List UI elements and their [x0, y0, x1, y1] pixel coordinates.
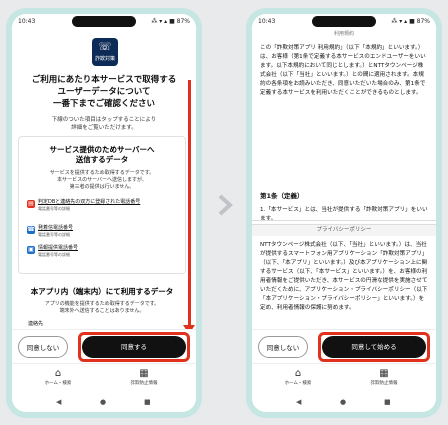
status-icons: ⁂ ▾ ▴ ■ 87%	[391, 18, 430, 25]
camera-notch	[72, 16, 136, 27]
scroll-down-arrow	[183, 80, 195, 334]
home-nav-icon[interactable]: ●	[340, 398, 346, 406]
article-heading: 第1条（定義）	[260, 192, 304, 200]
left-screen: 10:43 ⁂ ▾ ▴ ■ 87% ☏ 詐欺対策 ご利用にあたり本サービスで取得…	[12, 14, 196, 412]
data-item-sub: 電話番号等の詳細	[38, 231, 70, 237]
card-desc-line: 本サービスのサーバーへ送信しますが、	[57, 177, 147, 183]
recent-nav-icon[interactable]: ■	[144, 398, 151, 406]
local-data-description: アプリの機能を提供するため取得するデータです。 端末外へ送信することはありません…	[18, 301, 186, 315]
tab-label: ホーム・検索	[44, 381, 72, 386]
database-icon: ▤	[27, 200, 35, 208]
consent-action-bar: 同意しない 同意する	[12, 329, 196, 363]
data-item-sub: 電話番号等の詳細	[38, 251, 70, 257]
left-phone: 10:43 ⁂ ▾ ▴ ■ 87% ☏ 詐欺対策 ご利用にあたり本サービスで取得…	[6, 8, 202, 418]
tab-home-search[interactable]: ⌂ ホーム・検索	[38, 368, 78, 386]
local-desc-line: 端末外へ送信することはありません。	[59, 308, 145, 314]
status-time: 10:43	[18, 18, 36, 25]
phone-icon: ☎	[27, 226, 35, 234]
decline-button[interactable]: 同意しない	[258, 336, 308, 358]
tab-label: 詐欺防止情報	[130, 381, 158, 386]
chevron-right-icon	[218, 194, 233, 216]
app-logo: ☏ 詐欺対策	[92, 38, 118, 66]
recent-nav-icon[interactable]: ■	[384, 398, 391, 406]
data-item-db-numbers[interactable]: ▤ 判定DBと連絡先の双方に登録された電話番号 電話番号等の詳細	[27, 199, 177, 212]
document-header: 利用規約	[333, 31, 354, 37]
status-time: 10:43	[258, 18, 276, 25]
bottom-tab-bar: ⌂ ホーム・検索 ▦ 詐欺防止情報	[252, 363, 436, 395]
server-data-card: サービス提供のためサーバーへ 送信するデータ サービスを提供するため取得するデー…	[18, 136, 186, 274]
local-data-title: 本アプリ内（端末内）にて利用するデータ	[30, 287, 174, 296]
decline-button[interactable]: 同意しない	[18, 336, 68, 358]
tap-note: 下線のついた項目はタップすることにより 詳細をご覧いただけます。	[20, 116, 188, 132]
data-item-report-numbers[interactable]: ▣ 情報提供電話番号 電話番号等の詳細	[27, 245, 177, 258]
article-text: 1.「本サービス」とは、当社が提供する「詐欺対策アプリ」をいいます。	[260, 207, 428, 222]
back-nav-icon[interactable]: ◀	[296, 398, 301, 406]
headline-line: ユーザーデータについて	[57, 87, 151, 97]
tap-note-line: 詳細をご覧いただけます。	[71, 125, 137, 131]
privacy-policy-text: NTTタウンページ株式会社（以下、「当社」といいます。）は、当社が提供するスマー…	[260, 242, 428, 311]
privacy-policy-title: プライバシーポリシー	[252, 225, 436, 236]
tab-fraud-info[interactable]: ▦ 詐欺防止情報	[364, 368, 404, 386]
headline-line: 一番下までご確認ください	[52, 99, 155, 109]
data-item-sub: 電話番号等の詳細	[38, 205, 70, 211]
agree-button-highlight	[318, 332, 430, 362]
bottom-tab-bar: ⌂ ホーム・検索 ▦ 詐欺防止情報	[12, 363, 196, 395]
tab-fraud-info[interactable]: ▦ 詐欺防止情報	[124, 368, 164, 386]
status-icons: ⁂ ▾ ▴ ■ 87%	[151, 18, 190, 25]
right-screen: 10:43 ⁂ ▾ ▴ ■ 87% 利用規約 この「詐欺対策アプリ 利用規約」（…	[252, 14, 436, 412]
contacts-item-peek[interactable]: 連絡先	[28, 320, 43, 327]
tab-label: 詐欺防止情報	[370, 381, 398, 386]
right-phone: 10:43 ⁂ ▾ ▴ ■ 87% 利用規約 この「詐欺対策アプリ 利用規約」（…	[246, 8, 442, 418]
privacy-policy-panel: プライバシーポリシー NTTタウンページ株式会社（以下、「当社」といいます。）は…	[252, 224, 436, 332]
section-divider	[252, 220, 436, 221]
system-nav-bar: ◀ ● ■	[252, 395, 436, 412]
local-desc-line: アプリの機能を提供するため取得するデータです。	[44, 301, 160, 307]
card-title-line: サービス提供のためサーバーへ	[49, 145, 155, 154]
card-desc-line: サービスを提供するため取得するデータです。	[49, 170, 155, 176]
card-description: サービスを提供するため取得するデータです。 本サービスのサーバーへ送信しますが、…	[23, 170, 181, 191]
logo-text: 詐欺対策	[94, 56, 115, 62]
consent-action-bar: 同意しない 同意して始める	[252, 329, 436, 363]
camera-notch	[312, 16, 376, 27]
system-nav-bar: ◀ ● ■	[12, 395, 196, 412]
home-icon: ⌂	[294, 368, 302, 379]
home-nav-icon[interactable]: ●	[100, 398, 106, 406]
back-nav-icon[interactable]: ◀	[56, 398, 61, 406]
card-title-line: 送信するデータ	[75, 155, 129, 164]
terms-paragraph: この「詐欺対策アプリ 利用規約」（以下「本規約」といいます。）は、お客様（第1条…	[260, 45, 426, 96]
comparison-stage: 10:43 ⁂ ▾ ▴ ■ 87% ☏ 詐欺対策 ご利用にあたり本サービスで取得…	[0, 0, 448, 425]
news-icon: ▦	[139, 368, 149, 379]
data-item-call-numbers[interactable]: ☎ 発着信電話番号 電話番号等の詳細	[27, 225, 177, 238]
tab-label: ホーム・検索	[284, 381, 312, 386]
shield-icon: ☏	[98, 40, 112, 53]
home-icon: ⌂	[54, 368, 62, 379]
card-desc-line: 第三者の提供は行いません。	[69, 184, 135, 190]
page-headline: ご利用にあたり本サービスで取得する ユーザーデータについて 一番下までご確認くだ…	[20, 74, 188, 110]
tap-note-line: 下線のついた項目はタップすることにより	[51, 117, 157, 123]
news-icon: ▦	[379, 368, 389, 379]
card-title: サービス提供のためサーバーへ 送信するデータ	[19, 145, 185, 165]
agree-button-highlight	[78, 332, 190, 362]
headline-line: ご利用にあたり本サービスで取得する	[31, 75, 177, 85]
tab-home-search[interactable]: ⌂ ホーム・検索	[278, 368, 318, 386]
report-icon: ▣	[27, 246, 35, 254]
